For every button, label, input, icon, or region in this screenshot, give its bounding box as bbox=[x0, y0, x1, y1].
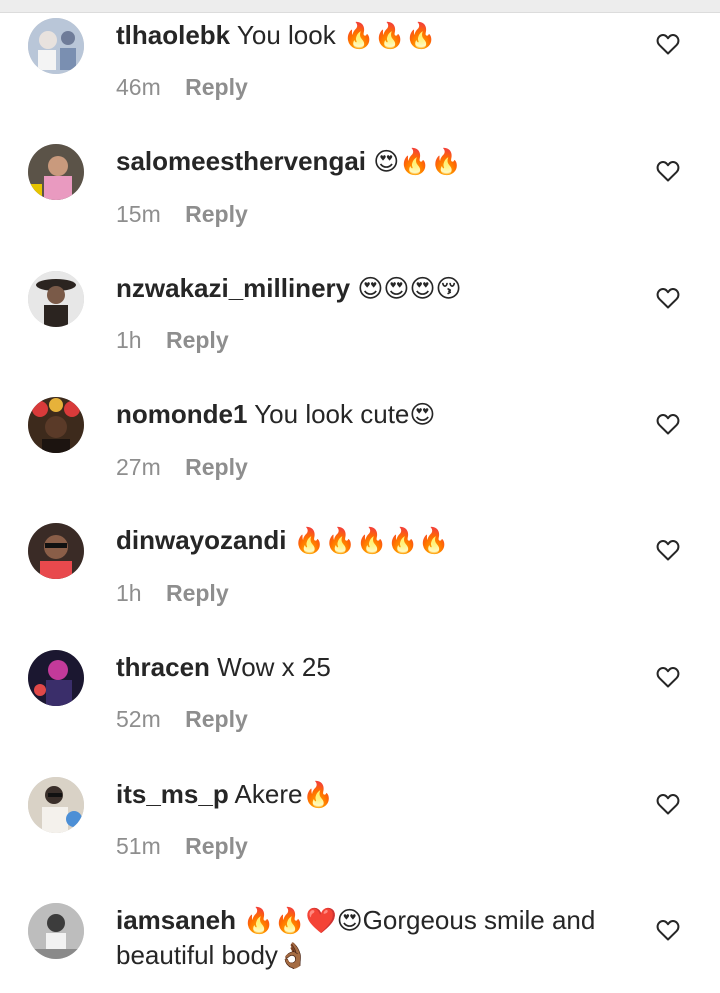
heart-outline-icon[interactable] bbox=[656, 33, 680, 55]
heart-outline-icon[interactable] bbox=[656, 919, 680, 941]
heart-outline-icon[interactable] bbox=[656, 413, 680, 435]
comment-timestamp: 52m bbox=[116, 706, 161, 732]
comment-emoji: 🔥 bbox=[302, 780, 334, 809]
avatar[interactable] bbox=[28, 144, 84, 200]
avatar[interactable] bbox=[28, 18, 84, 74]
comment-username[interactable]: tlhaolebk bbox=[116, 20, 230, 50]
comment-emoji: 🔥🔥🔥🔥🔥 bbox=[293, 526, 450, 555]
comment-item: its_ms_p Akere🔥 51m Reply bbox=[0, 777, 720, 903]
avatar[interactable] bbox=[28, 777, 84, 833]
comment-timestamp: 51m bbox=[116, 833, 161, 859]
comment-item: salomeesthervengai 😍🔥🔥 15m Reply bbox=[0, 144, 720, 270]
comment-item: nzwakazi_millinery 😍😍😍😚 1h Reply bbox=[0, 271, 720, 397]
avatar[interactable] bbox=[28, 271, 84, 327]
heart-outline-icon[interactable] bbox=[656, 160, 680, 182]
comment-text: You look cute bbox=[254, 399, 410, 429]
comment-item: tlhaolebk You look 🔥🔥🔥 46m Reply bbox=[0, 18, 720, 144]
comment-item: iamsaneh 🔥🔥❤️😍Gorgeous smile and beautif… bbox=[0, 903, 720, 993]
comment-timestamp: 1h bbox=[116, 327, 142, 353]
avatar[interactable] bbox=[28, 650, 84, 706]
comment-item: dinwayozandi 🔥🔥🔥🔥🔥 1h Reply bbox=[0, 523, 720, 649]
comment-emoji: 🔥🔥🔥 bbox=[342, 21, 437, 50]
comment-username[interactable]: nzwakazi_millinery bbox=[116, 273, 350, 303]
comment-username[interactable]: nomonde1 bbox=[116, 399, 247, 429]
heart-outline-icon[interactable] bbox=[656, 793, 680, 815]
heart-outline-icon[interactable] bbox=[656, 287, 680, 309]
comment-item: thracen Wow x 25 52m Reply bbox=[0, 650, 720, 776]
comment-timestamp: 46m bbox=[116, 74, 161, 100]
avatar[interactable] bbox=[28, 523, 84, 579]
comment-username[interactable]: iamsaneh bbox=[116, 905, 236, 935]
reply-button[interactable]: Reply bbox=[185, 74, 248, 100]
comment-timestamp: 15m bbox=[116, 201, 161, 227]
comment-emoji: 😍🔥🔥 bbox=[373, 147, 462, 176]
comment-emoji: 😍 bbox=[409, 400, 436, 429]
comment-timestamp: 27m bbox=[116, 454, 161, 480]
comment-text: Wow x 25 bbox=[217, 652, 331, 682]
reply-button[interactable]: Reply bbox=[166, 327, 229, 353]
comment-text: Akere bbox=[234, 779, 303, 809]
comment-timestamp: 1h bbox=[116, 580, 142, 606]
comment-text: You look bbox=[236, 20, 336, 50]
heart-outline-icon[interactable] bbox=[656, 666, 680, 688]
reply-button[interactable]: Reply bbox=[185, 454, 248, 480]
avatar[interactable] bbox=[28, 903, 84, 959]
comment-item: nomonde1 You look cute😍 27m Reply bbox=[0, 397, 720, 523]
reply-button[interactable]: Reply bbox=[185, 833, 248, 859]
avatar[interactable] bbox=[28, 397, 84, 453]
comment-emoji: 👌🏾 bbox=[277, 941, 310, 970]
reply-button[interactable]: Reply bbox=[185, 706, 248, 732]
comment-username[interactable]: salomeesthervengai bbox=[116, 146, 366, 176]
comment-list: tlhaolebk You look 🔥🔥🔥 46m Reply salomee… bbox=[0, 0, 720, 993]
heart-outline-icon[interactable] bbox=[656, 539, 680, 561]
comment-username[interactable]: dinwayozandi bbox=[116, 525, 286, 555]
comment-username[interactable]: thracen bbox=[116, 652, 210, 682]
comment-username[interactable]: its_ms_p bbox=[116, 779, 229, 809]
reply-button[interactable]: Reply bbox=[166, 580, 229, 606]
reply-button[interactable]: Reply bbox=[185, 201, 248, 227]
comment-emoji-prefix: 🔥🔥❤️😍 bbox=[243, 906, 363, 935]
comment-emoji: 😍😍😍😚 bbox=[357, 274, 462, 303]
